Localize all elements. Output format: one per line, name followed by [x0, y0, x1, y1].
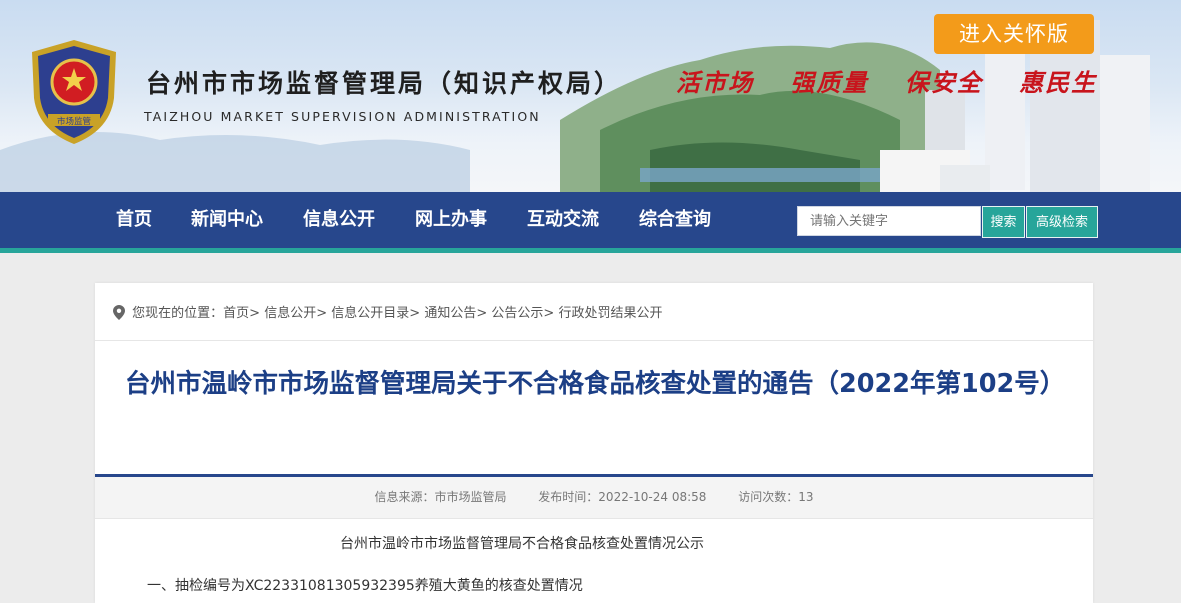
- breadcrumb-link-notices[interactable]: 通知公告: [424, 306, 476, 321]
- divider: [95, 340, 1093, 341]
- site-subtitle: TAIZHOU MARKET SUPERVISION ADMINISTRATIO…: [144, 109, 541, 124]
- nav-item-interaction[interactable]: 互动交流: [527, 192, 599, 248]
- breadcrumb-separator: >: [476, 306, 488, 321]
- article-visits: 访问次数：13: [738, 490, 814, 504]
- breadcrumb-link-info-disclosure[interactable]: 信息公开: [264, 306, 316, 321]
- search-button[interactable]: 搜索: [982, 206, 1025, 238]
- article-source: 信息来源：市市场监管局: [374, 490, 507, 504]
- breadcrumb: 您现在的位置：首页> 信息公开> 信息公开目录> 通知公告> 公告公示> 行政处…: [113, 303, 662, 325]
- market-supervision-emblem-icon: 市场监管: [32, 40, 116, 144]
- breadcrumb-separator: >: [409, 306, 421, 321]
- location-pin-icon: [113, 305, 125, 320]
- slogan: 活市场 强质量 保安全 惠民生: [676, 63, 1123, 98]
- article-publish-time: 发布时间：2022-10-24 08:58: [538, 490, 707, 504]
- breadcrumb-link-penalty-results[interactable]: 行政处罚结果公开: [558, 306, 662, 321]
- site-title: 台州市市场监督管理局（知识产权局）: [146, 69, 623, 98]
- svg-text:市场监管: 市场监管: [57, 116, 91, 127]
- nav-item-news[interactable]: 新闻中心: [191, 192, 263, 248]
- slogan-item: 惠民生: [1019, 68, 1098, 97]
- nav-item-query[interactable]: 综合查询: [639, 192, 711, 248]
- breadcrumb-prefix: 您现在的位置：: [132, 306, 224, 321]
- search-input[interactable]: [797, 206, 981, 236]
- advanced-search-button[interactable]: 高级检索: [1026, 206, 1098, 238]
- article-meta: 信息来源：市市场监管局 发布时间：2022-10-24 08:58 访问次数：1…: [95, 477, 1093, 519]
- article-title: 台州市温岭市市场监督管理局关于不合格食品核查处置的通告（2022年第102号）: [125, 369, 1066, 399]
- breadcrumb-separator: >: [249, 306, 261, 321]
- article-body-heading: 台州市温岭市市场监督管理局不合格食品核查处置情况公示: [340, 536, 704, 552]
- article-card: [95, 283, 1093, 603]
- breadcrumb-link-home[interactable]: 首页: [223, 306, 249, 321]
- nav-item-info-disclosure[interactable]: 信息公开: [303, 192, 375, 248]
- article-body-item: 一、抽检编号为XC22331081305932395养殖大黄鱼的核查处置情况: [147, 578, 583, 594]
- breadcrumb-link-announcements[interactable]: 公告公示: [491, 306, 543, 321]
- care-mode-button[interactable]: 进入关怀版: [934, 14, 1094, 54]
- nav-item-online-services[interactable]: 网上办事: [415, 192, 487, 248]
- breadcrumb-link-info-catalog[interactable]: 信息公开目录: [331, 306, 409, 321]
- breadcrumb-separator: >: [543, 306, 555, 321]
- header-banner: 市场监管 台州市市场监督管理局（知识产权局） TAIZHOU MARKET SU…: [0, 0, 1181, 192]
- slogan-item: 强质量: [790, 68, 869, 97]
- slogan-item: 保安全: [904, 68, 983, 97]
- breadcrumb-separator: >: [316, 306, 328, 321]
- nav-item-home[interactable]: 首页: [116, 192, 152, 248]
- slogan-item: 活市场: [676, 68, 754, 97]
